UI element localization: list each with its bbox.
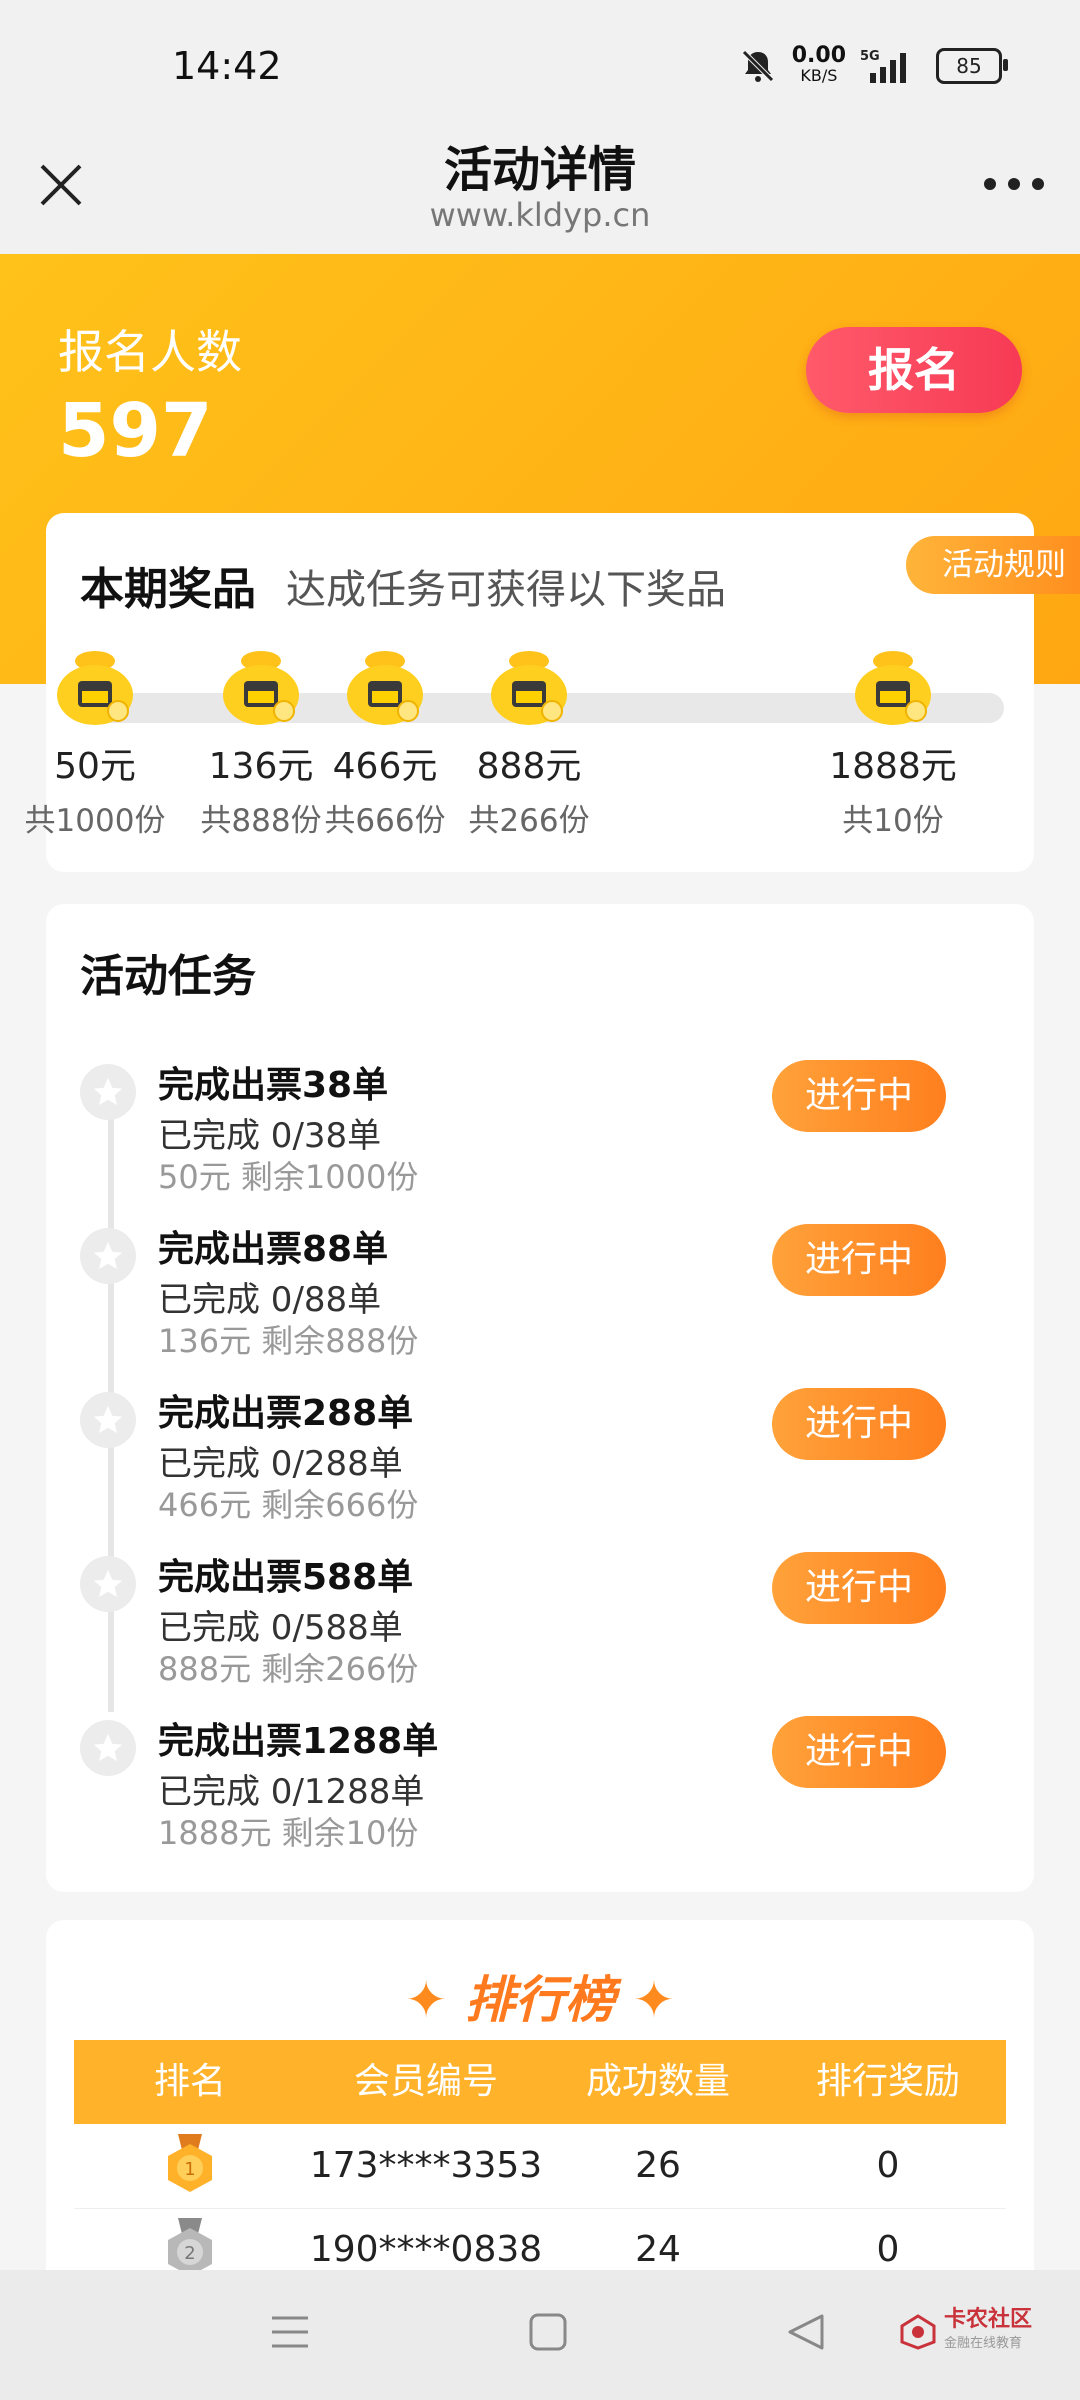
- task-status-button[interactable]: 进行中: [772, 1388, 946, 1460]
- task-status-button[interactable]: 进行中: [772, 1060, 946, 1132]
- prize-item: 888元 共266份: [454, 643, 604, 840]
- task-item: 完成出票288单 已完成 0/288单 466元 剩余666份 进行中: [46, 1384, 1034, 1548]
- prize-quantity: 共10份: [842, 803, 944, 839]
- task-star-icon: [80, 1720, 136, 1776]
- prize-amount: 466元: [332, 746, 438, 787]
- table-row: 1 173****3353 26 0: [74, 2124, 1006, 2209]
- back-icon[interactable]: [784, 2310, 828, 2354]
- task-progress: 已完成 0/38单: [158, 1116, 382, 1156]
- column-header-reward: 排行奖励: [815, 2061, 960, 2102]
- column-header-member: 会员编号: [353, 2061, 498, 2102]
- tasks-card: 活动任务 完成出票38单 已完成 0/38单 50元 剩余1000份 进行中 完…: [46, 904, 1034, 1892]
- success-count: 26: [635, 2145, 681, 2186]
- task-remaining: 1888元 剩余10份: [158, 1814, 419, 1852]
- status-bar: 14:42 0.00 KB/S 5G 85: [0, 0, 1080, 120]
- rank-cell: 1: [74, 2124, 306, 2208]
- svg-text:1: 1: [184, 2159, 195, 2180]
- prize-item: 50元 共1000份: [20, 643, 170, 840]
- task-item: 完成出票88单 已完成 0/88单 136元 剩余888份 进行中: [46, 1220, 1034, 1384]
- task-item: 完成出票38单 已完成 0/38单 50元 剩余1000份 进行中: [46, 1056, 1034, 1220]
- task-item: 完成出票1288单 已完成 0/1288单 1888元 剩余10份 进行中: [46, 1712, 1034, 1876]
- watermark-tagline: 金融在线教育: [944, 2336, 1023, 2351]
- ranking-title: ✦ 排行榜 ✦: [405, 1971, 675, 2029]
- signup-button[interactable]: 报名: [806, 327, 1022, 413]
- signup-count-label: 报名人数: [58, 325, 242, 379]
- bell-muted-icon: [741, 50, 774, 82]
- task-name: 完成出票1288单: [158, 1721, 439, 1762]
- page-url: www.kldyp.cn: [429, 196, 651, 234]
- money-bag-icon: [223, 651, 299, 725]
- prize-item: 466元 共666份: [310, 643, 460, 840]
- tasks-heading: 活动任务: [80, 951, 256, 1002]
- menu-icon[interactable]: [268, 2310, 312, 2354]
- watermark-logo: 卡农社区金融在线教育: [900, 2308, 1032, 2356]
- task-remaining: 888元 剩余266份: [158, 1650, 419, 1688]
- task-item: 完成出票588单 已完成 0/588单 888元 剩余266份 进行中: [46, 1548, 1034, 1712]
- task-remaining: 136元 剩余888份: [158, 1322, 419, 1360]
- sparkle-icon: ✦: [633, 1971, 675, 2029]
- battery-indicator: 85: [936, 48, 1008, 84]
- column-header-count: 成功数量: [585, 2061, 730, 2102]
- task-progress: 已完成 0/88单: [158, 1280, 382, 1320]
- task-progress: 已完成 0/588单: [158, 1608, 403, 1648]
- signup-count: 597: [58, 388, 213, 474]
- prize-quantity: 共666份: [324, 803, 446, 839]
- money-bag-icon: [57, 651, 133, 725]
- rank-reward: 0: [876, 2145, 900, 2186]
- ranking-header-row: 排名 会员编号 成功数量 排行奖励: [74, 2040, 1006, 2124]
- task-status-button[interactable]: 进行中: [772, 1224, 946, 1296]
- page-title: 活动详情: [443, 142, 636, 198]
- title-bar: 活动详情 www.kldyp.cn: [0, 120, 1080, 254]
- task-status-button[interactable]: 进行中: [772, 1552, 946, 1624]
- task-name: 完成出票288单: [158, 1393, 414, 1434]
- network-speed: 0.00 KB/S: [791, 43, 846, 86]
- prize-amount: 50元: [54, 746, 136, 787]
- sparkle-icon: ✦: [405, 1971, 447, 2029]
- home-icon[interactable]: [526, 2310, 570, 2354]
- prize-item: 1888元 共10份: [818, 643, 968, 840]
- brand-logo-icon: [900, 2314, 936, 2350]
- money-bag-icon: [491, 651, 567, 725]
- prize-amount: 1888元: [829, 746, 957, 787]
- activity-rules-button[interactable]: 活动规则: [906, 536, 1080, 594]
- watermark-name: 卡农社区: [944, 2307, 1033, 2332]
- money-bag-icon: [347, 651, 423, 725]
- task-star-icon: [80, 1228, 136, 1284]
- status-time: 14:42: [172, 44, 282, 88]
- prizes-card: 本期奖品 达成任务可获得以下奖品 50元 共1000份 136元 共888份 4…: [25, 513, 1034, 872]
- task-remaining: 50元 剩余1000份: [158, 1158, 419, 1196]
- task-progress: 已完成 0/1288单: [158, 1772, 425, 1812]
- svg-text:5G: 5G: [860, 49, 880, 64]
- prizes-heading: 本期奖品: [80, 564, 256, 615]
- column-header-rank: 排名: [153, 2061, 226, 2102]
- task-name: 完成出票38单: [158, 1065, 389, 1106]
- task-name: 完成出票588单: [158, 1557, 414, 1598]
- prize-amount: 888元: [476, 746, 582, 787]
- task-star-icon: [80, 1064, 136, 1120]
- prize-quantity: 共1000份: [24, 803, 166, 839]
- status-icons: 0.00 KB/S 5G 85: [738, 43, 1008, 88]
- task-progress: 已完成 0/288单: [158, 1444, 403, 1484]
- member-id: 173****3353: [309, 2145, 543, 2186]
- money-bag-icon: [855, 651, 931, 725]
- more-options-icon[interactable]: [984, 178, 1044, 190]
- gold-medal-icon: 1: [168, 2134, 212, 2192]
- prize-quantity: 共266份: [468, 803, 590, 839]
- system-navigation-bar: 卡农社区金融在线教育: [0, 2270, 1080, 2400]
- task-remaining: 466元 剩余666份: [158, 1486, 419, 1524]
- task-status-button[interactable]: 进行中: [772, 1716, 946, 1788]
- task-star-icon: [80, 1392, 136, 1448]
- task-star-icon: [80, 1556, 136, 1612]
- svg-text:2: 2: [184, 2243, 195, 2264]
- prizes-subtitle: 达成任务可获得以下奖品: [286, 567, 726, 613]
- task-name: 完成出票88单: [158, 1229, 389, 1270]
- signal-5g-icon: 5G: [860, 49, 906, 83]
